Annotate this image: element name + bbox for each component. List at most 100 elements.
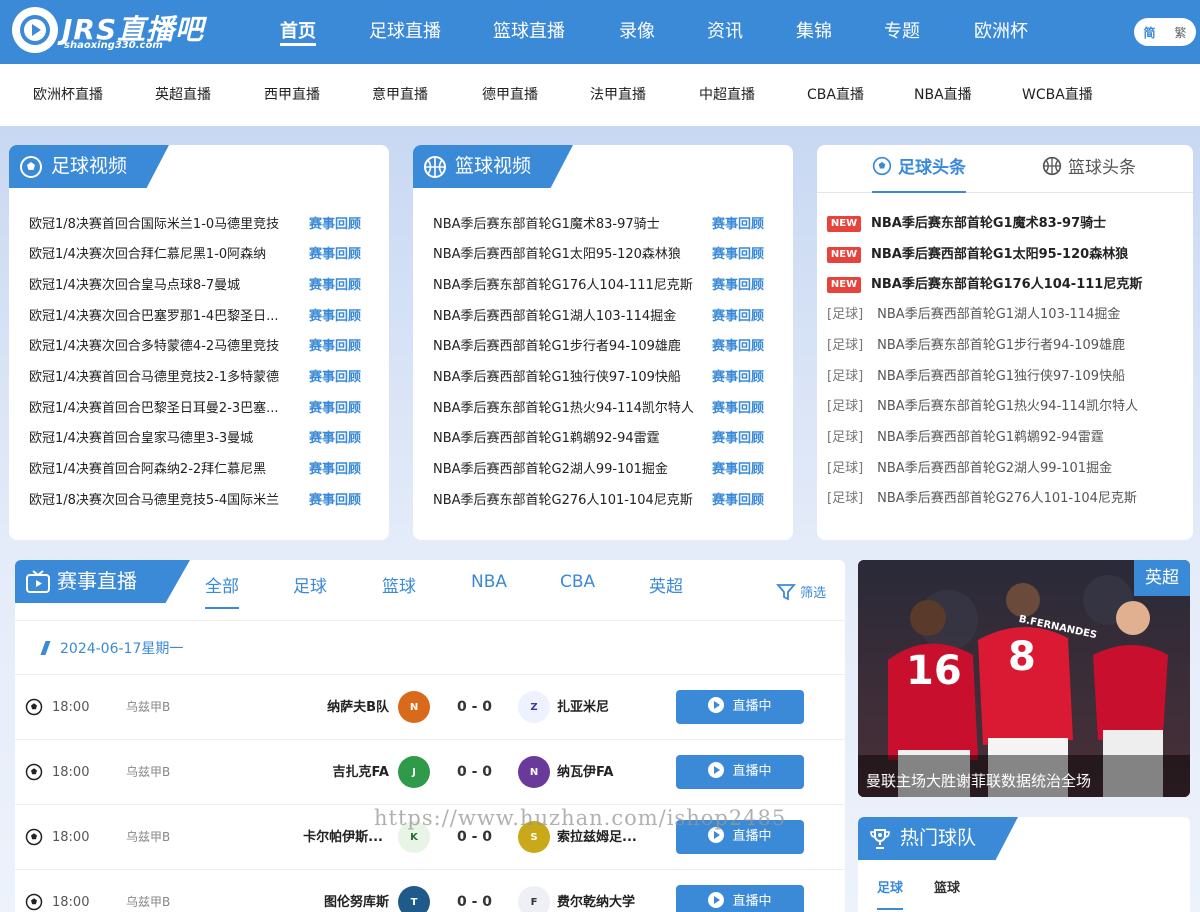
replay-link[interactable]: 赛事回顾 xyxy=(712,276,764,296)
list-item[interactable]: NBA季后赛东部首轮G1热火94-114凯尔特人 赛事回顾 xyxy=(433,399,764,419)
headline-item[interactable]: [足球] NBA季后赛东部首轮G1步行者94-109雄鹿 xyxy=(827,336,1125,356)
feature-caption[interactable]: 曼联主场大胜谢菲联数据统治全场 xyxy=(866,770,1091,791)
nav-highlights[interactable]: 集锦 xyxy=(796,0,832,64)
subnav-laliga[interactable]: 西甲直播 xyxy=(264,64,320,126)
replay-link[interactable]: 赛事回顾 xyxy=(712,491,764,511)
subnav-nba[interactable]: NBA直播 xyxy=(914,64,972,126)
subnav-epl[interactable]: 英超直播 xyxy=(155,64,211,126)
language-toggle[interactable]: 简 繁 xyxy=(1134,18,1196,46)
replay-link[interactable]: 赛事回顾 xyxy=(712,215,764,235)
replay-link[interactable]: 赛事回顾 xyxy=(309,215,361,235)
nav-topics[interactable]: 专题 xyxy=(884,0,920,64)
replay-link[interactable]: 赛事回顾 xyxy=(309,429,361,449)
headline-item[interactable]: [足球] NBA季后赛西部首轮G1独行侠97-109快船 xyxy=(827,367,1125,387)
filter-button[interactable]: 筛选 xyxy=(776,582,826,602)
match-league[interactable]: 乌兹甲B xyxy=(126,675,170,740)
headline-item[interactable]: [足球] NBA季后赛西部首轮G1鹈鹕92-94雷霆 xyxy=(827,428,1104,448)
headline-item[interactable]: [足球] NBA季后赛西部首轮G2湖人99-101掘金 xyxy=(827,459,1112,479)
list-item[interactable]: 欧冠1/4决赛次回合拜仁慕尼黑1-0阿森纳 赛事回顾 xyxy=(29,245,361,265)
list-item[interactable]: NBA季后赛东部首轮G276人101-104尼克斯 赛事回顾 xyxy=(433,491,764,511)
list-item[interactable]: 欧冠1/4决赛次回合巴塞罗那1-4巴黎圣日... 赛事回顾 xyxy=(29,307,361,327)
list-item[interactable]: NBA季后赛西部首轮G1步行者94-109雄鹿 赛事回顾 xyxy=(433,337,764,357)
list-item[interactable]: 欧冠1/4决赛次回合多特蒙德4-2马德里竞技 赛事回顾 xyxy=(29,337,361,357)
filter-cba[interactable]: CBA xyxy=(560,572,595,592)
subnav-seriea[interactable]: 意甲直播 xyxy=(372,64,428,126)
filter-football[interactable]: 足球 xyxy=(293,572,327,597)
match-league[interactable]: 乌兹甲B xyxy=(126,870,170,912)
list-item[interactable]: 欧冠1/4决赛首回合巴黎圣日耳曼2-3巴塞... 赛事回顾 xyxy=(29,399,361,419)
list-item[interactable]: 欧冠1/4决赛首回合皇家马德里3-3曼城 赛事回顾 xyxy=(29,429,361,449)
nav-replays[interactable]: 录像 xyxy=(619,0,655,64)
filter-epl[interactable]: 英超 xyxy=(649,572,683,597)
list-item[interactable]: NBA季后赛西部首轮G2湖人99-101掘金 赛事回顾 xyxy=(433,460,764,480)
live-button[interactable]: 直播中 xyxy=(676,690,804,724)
replay-link[interactable]: 赛事回顾 xyxy=(309,276,361,296)
headline-item[interactable]: NEW NBA季后赛东部首轮G176人104-111尼克斯 xyxy=(827,275,1142,295)
replay-link[interactable]: 赛事回顾 xyxy=(309,491,361,511)
replay-link[interactable]: 赛事回顾 xyxy=(309,460,361,480)
subnav-csl[interactable]: 中超直播 xyxy=(699,64,755,126)
replay-link[interactable]: 赛事回顾 xyxy=(309,399,361,419)
list-item[interactable]: 欧冠1/8决赛首回合国际米兰1-0马德里竞技 赛事回顾 xyxy=(29,215,361,235)
tab-football-headlines[interactable]: 足球头条 xyxy=(872,145,966,193)
tab-basketball-headlines[interactable]: 篮球头条 xyxy=(1042,145,1136,193)
nav-football-live[interactable]: 足球直播 xyxy=(369,0,441,64)
tab-hot-football[interactable]: 足球 xyxy=(877,877,904,910)
home-team[interactable]: 图伦努库斯 xyxy=(324,870,389,912)
filter-basketball[interactable]: 篮球 xyxy=(382,572,416,597)
lang-traditional[interactable]: 繁 xyxy=(1165,24,1196,41)
list-item[interactable]: 欧冠1/8决赛次回合马德里竞技5-4国际米兰 赛事回顾 xyxy=(29,491,361,511)
lang-simplified[interactable]: 简 xyxy=(1134,24,1165,41)
headline-item[interactable]: NEW NBA季后赛东部首轮G1魔术83-97骑士 xyxy=(827,214,1106,234)
home-team[interactable]: 卡尔帕伊斯... xyxy=(303,805,383,870)
hot-teams-header: 热门球队 xyxy=(858,817,1018,860)
match-league[interactable]: 乌兹甲B xyxy=(126,740,170,805)
subnav-euro[interactable]: 欧洲杯直播 xyxy=(33,64,103,126)
list-item[interactable]: 欧冠1/4决赛次回合皇马点球8-7曼城 赛事回顾 xyxy=(29,276,361,296)
home-team[interactable]: 纳萨夫B队 xyxy=(327,675,389,740)
live-button[interactable]: 直播中 xyxy=(676,885,804,912)
tab-hot-basketball[interactable]: 篮球 xyxy=(934,877,960,896)
away-team[interactable]: 费尔乾纳大学 xyxy=(557,870,635,912)
list-item[interactable]: 欧冠1/4决赛首回合马德里竞技2-1多特蒙德 赛事回顾 xyxy=(29,368,361,388)
list-item[interactable]: NBA季后赛东部首轮G1魔术83-97骑士 赛事回顾 xyxy=(433,215,764,235)
subnav-cba[interactable]: CBA直播 xyxy=(807,64,864,126)
away-team[interactable]: 纳瓦伊FA xyxy=(557,740,613,805)
replay-link[interactable]: 赛事回顾 xyxy=(309,337,361,357)
away-team[interactable]: 扎亚米尼 xyxy=(557,675,609,740)
subnav-wcba[interactable]: WCBA直播 xyxy=(1022,64,1093,126)
headline-item[interactable]: [足球] NBA季后赛东部首轮G1热火94-114凯尔特人 xyxy=(827,397,1138,417)
live-button[interactable]: 直播中 xyxy=(676,755,804,789)
replay-link[interactable]: 赛事回顾 xyxy=(712,307,764,327)
replay-link[interactable]: 赛事回顾 xyxy=(712,429,764,449)
list-item[interactable]: NBA季后赛东部首轮G176人104-111尼克斯 赛事回顾 xyxy=(433,276,764,296)
replay-link[interactable]: 赛事回顾 xyxy=(712,399,764,419)
subnav-bundesliga[interactable]: 德甲直播 xyxy=(482,64,538,126)
logo-play-icon[interactable] xyxy=(12,7,58,53)
filter-nba[interactable]: NBA xyxy=(471,572,507,592)
list-item[interactable]: NBA季后赛西部首轮G1湖人103-114掘金 赛事回顾 xyxy=(433,307,764,327)
headline-item[interactable]: [足球] NBA季后赛西部首轮G276人101-104尼克斯 xyxy=(827,489,1137,509)
replay-link[interactable]: 赛事回顾 xyxy=(712,460,764,480)
home-team[interactable]: 吉扎克FA xyxy=(333,740,389,805)
list-item[interactable]: 欧冠1/4决赛首回合阿森纳2-2拜仁慕尼黑 赛事回顾 xyxy=(29,460,361,480)
replay-link[interactable]: 赛事回顾 xyxy=(309,245,361,265)
nav-basketball-live[interactable]: 篮球直播 xyxy=(493,0,565,64)
filter-all[interactable]: 全部 xyxy=(205,572,239,609)
replay-link[interactable]: 赛事回顾 xyxy=(712,337,764,357)
nav-euro-cup[interactable]: 欧洲杯 xyxy=(974,0,1028,64)
list-item[interactable]: NBA季后赛西部首轮G1太阳95-120森林狼 赛事回顾 xyxy=(433,245,764,265)
nav-home[interactable]: 首页 xyxy=(280,0,316,64)
headline-item[interactable]: NEW NBA季后赛西部首轮G1太阳95-120森林狼 xyxy=(827,245,1128,265)
match-league[interactable]: 乌兹甲B xyxy=(126,805,170,870)
replay-link[interactable]: 赛事回顾 xyxy=(712,368,764,388)
list-item[interactable]: NBA季后赛西部首轮G1独行侠97-109快船 赛事回顾 xyxy=(433,368,764,388)
subnav-ligue1[interactable]: 法甲直播 xyxy=(590,64,646,126)
replay-link[interactable]: 赛事回顾 xyxy=(309,368,361,388)
replay-link[interactable]: 赛事回顾 xyxy=(712,245,764,265)
nav-news[interactable]: 资讯 xyxy=(707,0,743,64)
replay-link[interactable]: 赛事回顾 xyxy=(309,307,361,327)
list-item[interactable]: NBA季后赛西部首轮G1鹈鹕92-94雷霆 赛事回顾 xyxy=(433,429,764,449)
headline-item[interactable]: [足球] NBA季后赛西部首轮G1湖人103-114掘金 xyxy=(827,305,1120,325)
feature-news-card[interactable]: 16 B.FERNANDES 8 英超 曼联主场大胜谢菲联数据统治全场 xyxy=(858,560,1190,797)
